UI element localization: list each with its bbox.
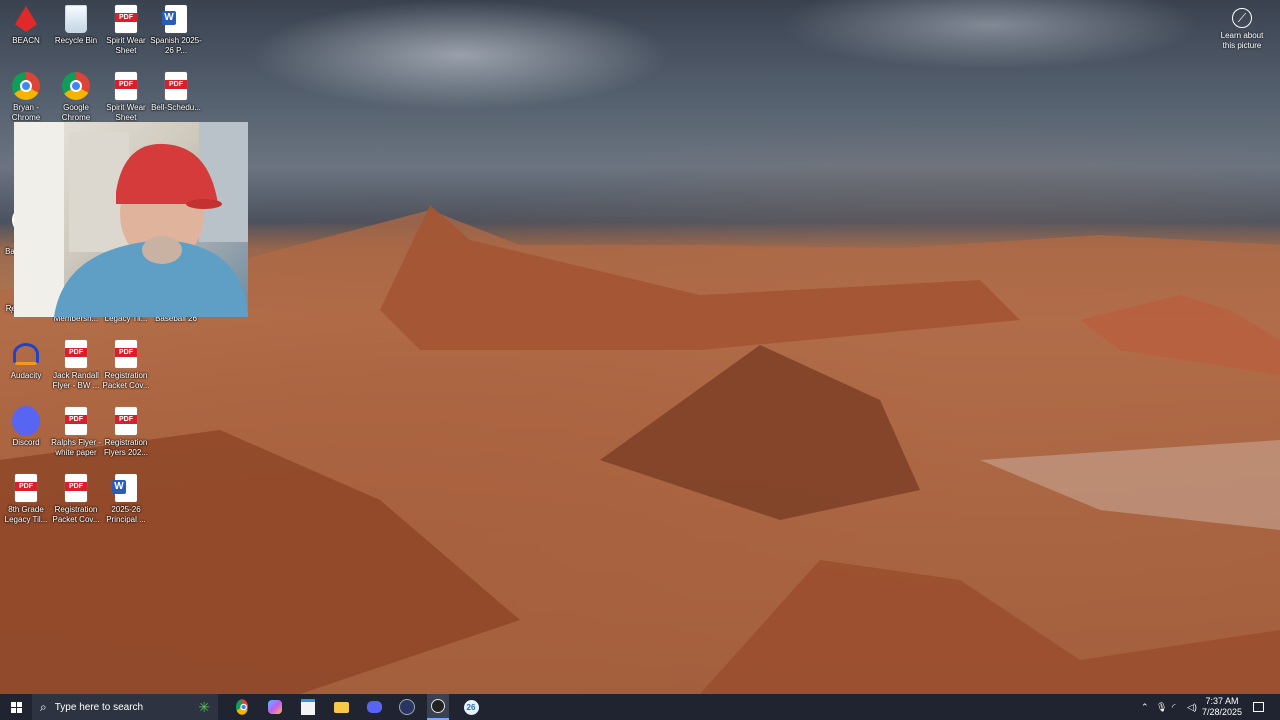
taskbar: ⌕ Type here to search ✳ 26 ⌃ 🎙 ◜ ◁) 7:37… (0, 694, 1280, 720)
desktop-icon-label: Spirit Wear Sheet (106, 36, 146, 55)
clock-date: 7/28/2025 (1201, 707, 1243, 717)
desktop-icon[interactable]: PDF Registration Flyers 202... (100, 402, 152, 458)
wifi-icon: ◜ (1172, 701, 1176, 712)
discord-icon (12, 406, 40, 436)
taskbar-ootp[interactable]: 26 (460, 694, 482, 720)
windows-icon (10, 701, 22, 713)
desktop-icon[interactable]: Google Chrome (50, 67, 102, 123)
audacity-icon (12, 339, 40, 369)
chevron-up-icon: ⌃ (1141, 701, 1149, 712)
desktop-icon-label: Registration Packet Cov... (102, 371, 150, 390)
notifications-button[interactable] (1250, 694, 1266, 720)
obs-icon (431, 699, 445, 713)
desktop-icon[interactable]: Bryan - Chrome (0, 67, 52, 123)
microphone-tray[interactable]: 🎙 (1156, 694, 1168, 720)
desktop-icon[interactable]: PDF Spirit Wear Sheet (100, 0, 152, 56)
desktop-icon-label: Jack Randall Flyer - BW ... (52, 371, 100, 390)
pdf-file-icon: PDF (62, 473, 90, 503)
pdf-file-icon: PDF (112, 406, 140, 436)
desktop-icon-label: Registration Flyers 202... (103, 438, 148, 457)
chrome-icon (235, 699, 249, 715)
word-doc-icon: W (112, 473, 140, 503)
desktop-icon-label: BEACN (12, 36, 40, 45)
plant-icon: ✳ (198, 698, 210, 715)
desktop-icon-label: Google Chrome (61, 103, 91, 122)
desktop-icon[interactable]: Recycle Bin (50, 0, 102, 46)
show-hidden-icons[interactable]: ⌃ (1141, 694, 1151, 720)
pdf-file-icon: PDF (112, 4, 140, 34)
start-button[interactable] (4, 694, 28, 720)
webcam-overlay (14, 122, 248, 317)
search-placeholder: Type here to search (54, 701, 144, 713)
desktop-icon[interactable]: PDF Spirit Wear Sheet (100, 67, 152, 123)
taskbar-discord[interactable] (363, 694, 385, 720)
word-doc-icon: W (162, 4, 190, 34)
taskbar-beacn-app[interactable] (396, 694, 418, 720)
chrome-icon (12, 71, 40, 101)
learn-about-picture[interactable]: ⟋ Learn about this picture (1214, 8, 1270, 51)
beacn-icon (12, 4, 40, 34)
desktop-icon-label: 8th Grade Legacy Til... (4, 505, 48, 524)
desktop-icon[interactable]: Discord (0, 402, 52, 448)
wallpaper-cloud (250, 0, 670, 110)
notification-icon (1252, 702, 1264, 712)
pdf-file-icon: PDF (62, 339, 90, 369)
desktop-icon[interactable]: W 2025-26 Principal ... (100, 469, 152, 525)
desktop-icon[interactable]: PDF Bell-Schedu... (150, 67, 202, 113)
desktop-icon-label: Spanish 2025-26 P... (150, 36, 202, 55)
network-tray[interactable]: ◜ (1172, 694, 1184, 720)
desktop-icon-label: Discord (12, 438, 40, 447)
desktop-icon[interactable]: BEACN (0, 0, 52, 46)
desktop-icon-label: 2025-26 Principal ... (106, 505, 146, 524)
clock-time: 7:37 AM (1205, 696, 1239, 706)
desktop-icon[interactable]: Audacity (0, 335, 52, 381)
pdf-file-icon: PDF (112, 71, 140, 101)
desktop-icon[interactable]: PDF Registration Packet Cov... (50, 469, 102, 525)
microphone-icon: 🎙 (1156, 701, 1168, 712)
desktop-icon[interactable]: PDF Jack Randall Flyer - BW ... (50, 335, 102, 391)
pdf-file-icon: PDF (62, 406, 90, 436)
recycle-bin-icon (62, 4, 90, 34)
desktop-icon-label: Audacity (10, 371, 42, 380)
info-icon: ⟋ (1232, 8, 1252, 28)
taskbar-chrome[interactable] (231, 694, 253, 720)
pdf-file-icon: PDF (12, 473, 40, 503)
clock[interactable]: 7:37 AM 7/28/2025 (1200, 694, 1244, 720)
wallpaper-cloud (780, 0, 1200, 70)
search-icon: ⌕ (40, 699, 47, 714)
desktop-icon[interactable]: PDF 8th Grade Legacy Til... (0, 469, 52, 525)
ootp-icon: 26 (463, 699, 479, 715)
pdf-file-icon: PDF (162, 71, 190, 101)
desktop-icon-label: Spirit Wear Sheet (106, 103, 146, 122)
chrome-icon (62, 71, 90, 101)
app-icon (399, 699, 415, 715)
desktop-icon-label: Registration Packet Cov... (52, 505, 100, 524)
desktop-icon[interactable]: W Spanish 2025-26 P... (150, 0, 202, 56)
learn-about-picture-label: Learn about this picture (1220, 31, 1264, 50)
speaker-icon: ◁) (1187, 701, 1197, 712)
desktop-icon-label: Recycle Bin (54, 36, 98, 45)
taskbar-file-explorer[interactable] (330, 694, 352, 720)
store-icon (301, 699, 315, 715)
taskbar-store[interactable] (297, 694, 319, 720)
pdf-file-icon: PDF (112, 339, 140, 369)
taskbar-obs[interactable] (427, 694, 449, 720)
taskbar-search-box[interactable]: ⌕ Type here to search ✳ (32, 694, 218, 720)
discord-icon (366, 701, 382, 713)
copilot-icon (268, 700, 282, 714)
desktop-icon[interactable]: PDF Ralphs Flyer - white paper (50, 402, 102, 458)
desktop-icon-label: Ralphs Flyer - white paper (51, 438, 101, 457)
volume-tray[interactable]: ◁) (1187, 694, 1199, 720)
folder-icon (333, 701, 349, 713)
desktop-icon[interactable]: PDF Registration Packet Cov... (100, 335, 152, 391)
taskbar-copilot[interactable] (264, 694, 286, 720)
webcam-person (14, 122, 248, 317)
desktop-icon-label: Bryan - Chrome (11, 103, 41, 122)
desktop-icon-label: Bell-Schedu... (151, 103, 201, 112)
